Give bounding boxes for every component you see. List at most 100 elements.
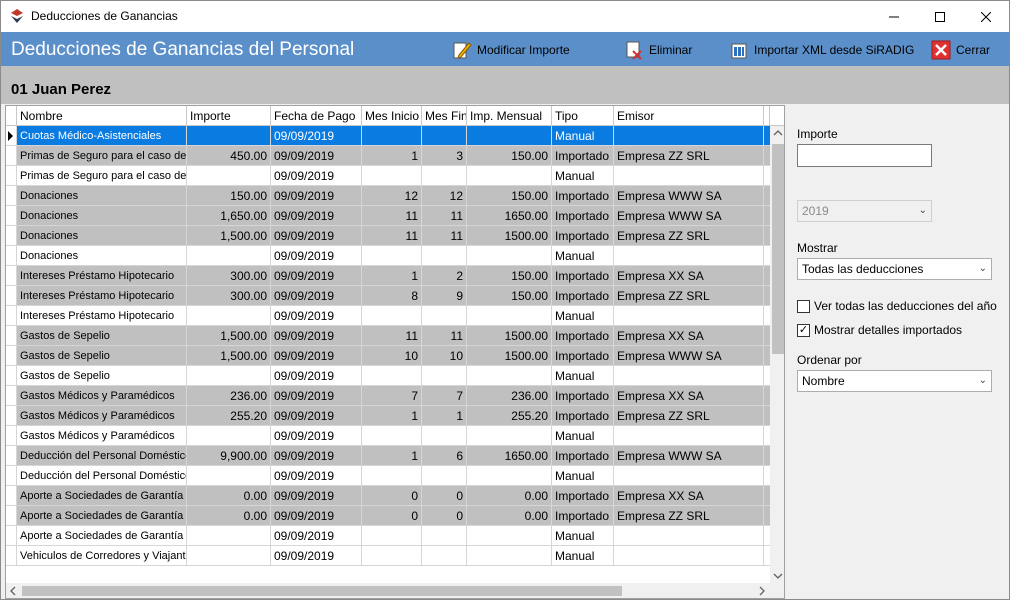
cell-importe[interactable]: 1,500.00 [187,346,271,366]
cell-fecha-pago[interactable]: 09/09/2019 [271,266,362,286]
detalles-importados-checkbox[interactable]: ✓ Mostrar detalles importados [797,323,962,337]
importar-xml-button[interactable]: Importar XML desde SiRADIG [729,39,914,61]
cell-imp-mensual[interactable]: 1650.00 [467,446,552,466]
cell-mes-fin[interactable]: 0 [422,486,467,506]
cell-fecha-pago[interactable]: 09/09/2019 [271,346,362,366]
close-window-button[interactable] [963,1,1009,32]
cell-nombre[interactable]: Donaciones [17,206,187,226]
cell-mes-fin[interactable] [422,366,467,386]
cell-mes-fin[interactable]: 11 [422,326,467,346]
cell-imp-mensual[interactable]: 255.20 [467,406,552,426]
cell-nombre[interactable]: Gastos Médicos y Paramédicos [17,386,187,406]
table-row[interactable]: Aporte a Sociedades de Garantía 0.00 09/09… [6,486,771,506]
cell-importe[interactable]: 300.00 [187,266,271,286]
table-row[interactable]: Deducción del Personal Doméstico 9,900.00… [6,446,771,466]
table-row[interactable]: Primas de Seguro para el caso de 09/09/20… [6,166,771,186]
checkbox-box[interactable] [797,299,810,313]
table-row[interactable]: Intereses Préstamo Hipotecario 09/09/2019… [6,306,771,326]
cell-nombre[interactable]: Gastos Médicos y Paramédicos [17,406,187,426]
cell-emisor[interactable]: Empresa ZZ SRL [614,146,764,166]
row-selector[interactable] [6,386,17,406]
cell-mes-inicio[interactable]: 11 [362,226,422,246]
cell-importe[interactable]: 450.00 [187,146,271,166]
mostrar-select[interactable]: Todas las deducciones ⌄ [797,258,992,280]
table-row[interactable]: Gastos de Sepelio 1,500.00 09/09/2019 11 11 1… [6,326,771,346]
cell-mes-inicio[interactable] [362,426,422,446]
cell-nombre[interactable]: Intereses Préstamo Hipotecario [17,306,187,326]
cell-imp-mensual[interactable] [467,426,552,446]
cell-fecha-pago[interactable]: 09/09/2019 [271,546,362,566]
cell-tipo[interactable]: Importado [552,226,614,246]
row-selector[interactable] [6,326,17,346]
cell-imp-mensual[interactable] [467,126,552,146]
cell-emisor[interactable] [614,526,764,546]
cell-mes-fin[interactable]: 10 [422,346,467,366]
table-row[interactable]: Donaciones 150.00 09/09/2019 12 12 150.00 Impo… [6,186,771,206]
cell-mes-fin[interactable] [422,526,467,546]
cell-tipo[interactable]: Manual [552,526,614,546]
cell-mes-inicio[interactable]: 0 [362,486,422,506]
cell-tipo[interactable]: Importado [552,326,614,346]
cell-imp-mensual[interactable] [467,166,552,186]
cell-mes-inicio[interactable]: 1 [362,146,422,166]
cell-fecha-pago[interactable]: 09/09/2019 [271,126,362,146]
cell-mes-fin[interactable] [422,426,467,446]
cell-mes-inicio[interactable] [362,366,422,386]
cell-mes-fin[interactable]: 3 [422,146,467,166]
cell-fecha-pago[interactable]: 09/09/2019 [271,226,362,246]
row-selector[interactable] [6,506,17,526]
cell-mes-inicio[interactable] [362,466,422,486]
table-row[interactable]: Donaciones 09/09/2019 Manual [6,246,771,266]
cell-mes-fin[interactable]: 11 [422,226,467,246]
cell-importe[interactable]: 9,900.00 [187,446,271,466]
cell-fecha-pago[interactable]: 09/09/2019 [271,366,362,386]
column-header-emisor[interactable]: Emisor [614,106,764,126]
cell-imp-mensual[interactable]: 150.00 [467,146,552,166]
cell-imp-mensual[interactable]: 1500.00 [467,326,552,346]
cell-fecha-pago[interactable]: 09/09/2019 [271,286,362,306]
row-selector[interactable] [6,426,17,446]
cell-imp-mensual[interactable] [467,466,552,486]
cell-imp-mensual[interactable]: 150.00 [467,286,552,306]
cell-emisor[interactable] [614,366,764,386]
cell-tipo[interactable]: Importado [552,446,614,466]
cell-importe[interactable]: 150.00 [187,186,271,206]
table-row[interactable]: Gastos Médicos y Paramédicos 236.00 09/09/… [6,386,771,406]
checkbox-box[interactable]: ✓ [797,323,810,337]
cell-emisor[interactable]: Empresa XX SA [614,326,764,346]
scroll-left-icon[interactable] [9,586,17,596]
cell-mes-inicio[interactable] [362,126,422,146]
cell-emisor[interactable]: Empresa WWW SA [614,346,764,366]
cell-importe[interactable] [187,126,271,146]
cell-imp-mensual[interactable]: 236.00 [467,386,552,406]
cell-tipo[interactable]: Importado [552,506,614,526]
row-selector[interactable] [6,126,17,146]
cell-mes-inicio[interactable]: 8 [362,286,422,306]
cell-nombre[interactable]: Deducción del Personal Doméstico [17,446,187,466]
scroll-right-icon[interactable] [758,586,766,596]
cell-imp-mensual[interactable] [467,366,552,386]
ver-todas-checkbox[interactable]: Ver todas las deducciones del año [797,299,997,313]
cell-emisor[interactable]: Empresa ZZ SRL [614,406,764,426]
column-header-tipo[interactable]: Tipo [552,106,614,126]
minimize-button[interactable] [871,1,917,32]
row-selector[interactable] [6,466,17,486]
column-header-mes-inicio[interactable]: Mes Inicio [362,106,422,126]
cell-tipo[interactable]: Importado [552,206,614,226]
cell-emisor[interactable]: Empresa XX SA [614,486,764,506]
cell-nombre[interactable]: Gastos de Sepelio [17,346,187,366]
year-select[interactable]: 2019 ⌄ [797,200,932,222]
row-selector[interactable] [6,186,17,206]
row-selector[interactable] [6,406,17,426]
cell-fecha-pago[interactable]: 09/09/2019 [271,186,362,206]
cell-nombre[interactable]: Donaciones [17,246,187,266]
table-row[interactable]: Primas de Seguro para el caso de 450.00 09… [6,146,771,166]
cell-emisor[interactable]: Empresa WWW SA [614,446,764,466]
cell-importe[interactable] [187,546,271,566]
cell-mes-fin[interactable]: 12 [422,186,467,206]
row-selector[interactable] [6,446,17,466]
cell-nombre[interactable]: Donaciones [17,226,187,246]
scroll-up-icon[interactable] [773,129,783,137]
table-row[interactable]: Gastos de Sepelio 09/09/2019 Manual [6,366,771,386]
eliminar-button[interactable]: Eliminar [624,39,692,61]
